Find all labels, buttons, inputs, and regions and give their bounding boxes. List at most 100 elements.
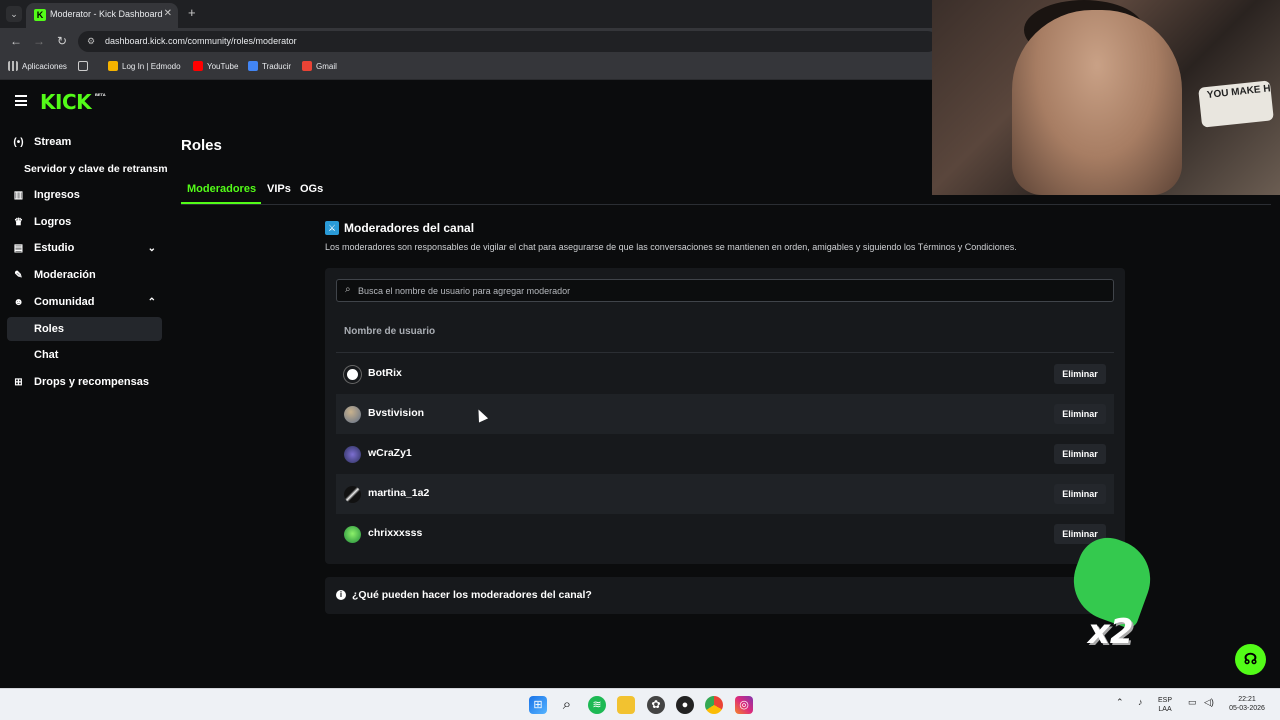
obs-icon[interactable]: ● (676, 696, 694, 714)
kick-logo[interactable]: KICK (40, 90, 92, 114)
back-icon[interactable]: ← (10, 34, 22, 48)
browser-tab[interactable]: K Moderator - Kick Dashboard ✕ (26, 3, 178, 28)
sidebar-item-drops[interactable]: ⊞ Drops y recompensas (7, 370, 162, 394)
faq-accordion[interactable]: i ¿Qué pueden hacer los moderadores del … (325, 577, 1125, 614)
multiplier-label: x2 (1088, 612, 1134, 652)
tab-groups-icon[interactable] (78, 61, 88, 71)
table-row: BotRix Eliminar (336, 354, 1114, 394)
remove-button[interactable]: Eliminar (1054, 364, 1106, 384)
sidebar-item-label: Chat (34, 349, 59, 361)
wrench-icon: ✎ (14, 269, 23, 281)
show-hidden-icons-chevron-icon[interactable]: ⌃ (1116, 697, 1124, 708)
remove-button[interactable]: Eliminar (1054, 444, 1106, 464)
bookmark-label: YouTube (207, 61, 239, 71)
edmodo-icon (108, 61, 118, 71)
remove-button[interactable]: Eliminar (1054, 404, 1106, 424)
search-icon[interactable]: ⌕ (558, 696, 576, 714)
apps-grid-icon (8, 61, 18, 71)
username: Bvstivision (368, 407, 425, 419)
instagram-icon[interactable]: ◎ (735, 696, 753, 714)
grid-icon (78, 61, 88, 71)
tab-ogs[interactable]: OGs (300, 183, 323, 195)
close-tab-icon[interactable]: ✕ (164, 8, 172, 19)
username: wCraZy1 (368, 447, 412, 459)
sidebar-item-server-key[interactable]: Servidor y clave de retransm (24, 157, 184, 181)
search-icon: ⌕ (345, 284, 351, 295)
sidebar-item-label: Logros (34, 216, 72, 228)
bookmark-translate[interactable]: Traducir (248, 61, 291, 71)
sidebar-item-estudio[interactable]: ▤ Estudio ⌄ (7, 236, 162, 260)
volume-icon[interactable]: ◁) (1204, 697, 1214, 708)
beta-badge: BETA (95, 92, 106, 97)
sidebar-item-label: Servidor y clave de retransm (24, 163, 168, 175)
sidebar-item-roles[interactable]: Roles (7, 317, 162, 341)
forward-icon[interactable]: → (33, 34, 45, 48)
file-explorer-icon[interactable] (617, 696, 635, 714)
search-input[interactable] (358, 283, 1098, 298)
tab-search-chevron-icon[interactable]: ⌄ (6, 6, 22, 22)
sidebar-item-label: Comunidad (34, 296, 95, 308)
avatar (344, 366, 361, 383)
username: martina_1a2 (368, 487, 430, 499)
community-icon: ☻ (13, 296, 24, 308)
bookmark-youtube[interactable]: YouTube (193, 61, 238, 71)
reload-icon[interactable]: ↻ (57, 34, 67, 48)
spotify-icon[interactable]: ≋ (588, 696, 606, 714)
moderator-search[interactable]: ⌕ (336, 279, 1114, 302)
sidebar-item-label: Estudio (34, 242, 75, 254)
gmail-icon (302, 61, 312, 71)
info-icon: i (336, 590, 346, 600)
tab-title: Moderator - Kick Dashboard (50, 9, 163, 19)
sidebar-item-stream[interactable]: (•) Stream (7, 130, 162, 154)
sidebar-item-moderacion[interactable]: ✎ Moderación (7, 263, 162, 287)
remove-button[interactable]: Eliminar (1054, 484, 1106, 504)
bookmark-gmail[interactable]: Gmail (302, 61, 337, 71)
webcam-person (1012, 10, 1182, 195)
clapping-hands-overlay: x2 (1062, 529, 1162, 655)
webcam-pillow: YOU MAKE H (1198, 80, 1274, 128)
sidebar-item-comunidad[interactable]: ☻ Comunidad ⌃ (7, 290, 162, 314)
site-info-icon[interactable]: ⚙ (87, 36, 95, 47)
bookmark-label: Log In | Edmodo (122, 61, 181, 71)
table-row: chrixxxsss Eliminar (336, 514, 1114, 554)
webcam-overlay: YOU MAKE H (932, 0, 1280, 195)
table-row: Bvstivision Eliminar (336, 394, 1114, 434)
tab-moderadores[interactable]: Moderadores (187, 183, 256, 195)
studio-icon: ▤ (13, 242, 24, 254)
trophy-icon: ♛ (14, 216, 23, 228)
clock[interactable]: 22:21 05-03-2026 (1224, 695, 1270, 713)
language-code: ESP (1158, 697, 1173, 704)
support-chat-button[interactable]: ☊ (1235, 644, 1266, 675)
username: BotRix (368, 367, 402, 379)
address-bar[interactable]: ⚙ dashboard.kick.com/community/roles/mod… (78, 31, 938, 52)
table-row: wCraZy1 Eliminar (336, 434, 1114, 474)
section-title: Moderadores del canal (344, 221, 475, 235)
faq-question: ¿Qué pueden hacer los moderadores del ca… (352, 589, 592, 601)
network-icon[interactable]: ▭ (1188, 697, 1197, 708)
avatar (344, 486, 361, 503)
sidebar-item-label: Stream (34, 136, 72, 148)
sidebar-item-label: Roles (34, 323, 64, 335)
active-tab-indicator (181, 202, 261, 204)
chatgpt-icon[interactable]: ✿ (647, 696, 665, 714)
chrome-icon[interactable] (705, 696, 723, 714)
sidebar-item-logros[interactable]: ♛ Logros (7, 210, 162, 234)
sidebar-item-chat[interactable]: Chat (7, 343, 162, 367)
language-indicator[interactable]: ESP LAA (1158, 696, 1172, 714)
clock-time: 22:21 (1238, 696, 1256, 703)
tab-vips[interactable]: VIPs (267, 183, 291, 195)
table-row: martina_1a2 Eliminar (336, 474, 1114, 514)
sidebar-item-ingresos[interactable]: ▥ Ingresos (7, 183, 162, 207)
bookmark-apps[interactable]: Aplicaciones (8, 61, 67, 71)
new-tab-icon[interactable]: + (188, 6, 196, 20)
bookmark-edmodo[interactable]: Log In | Edmodo (108, 61, 181, 71)
avatar (344, 526, 361, 543)
url-text: dashboard.kick.com/community/roles/moder… (105, 36, 297, 46)
microphone-icon[interactable]: ♪ (1138, 697, 1143, 707)
moderator-sword-icon: ⚔ (325, 221, 339, 235)
avatar (344, 446, 361, 463)
windows-start-icon[interactable]: ⊞ (529, 696, 547, 714)
chart-icon: ▥ (13, 189, 24, 201)
menu-icon[interactable] (15, 95, 27, 109)
moderators-panel: ⌕ Nombre de usuario BotRix Eliminar Bvst… (325, 268, 1125, 564)
